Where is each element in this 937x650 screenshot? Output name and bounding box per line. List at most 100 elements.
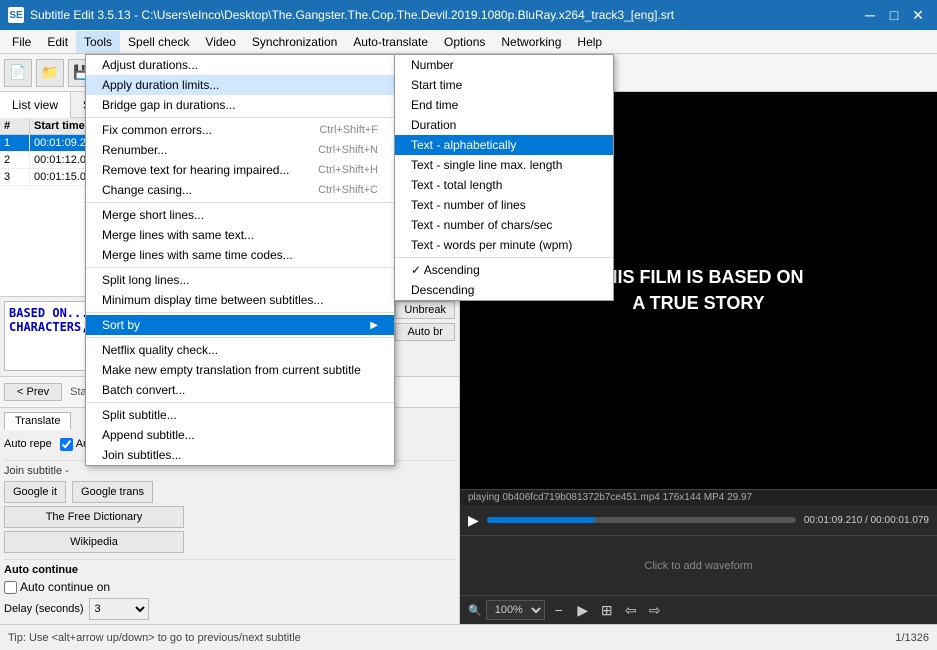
sort-text-wpm[interactable]: Text - words per minute (wpm) (395, 235, 613, 255)
status-bar: Tip: Use <alt+arrow up/down> to go to pr… (0, 624, 937, 650)
auto-continue-title: Auto continue (4, 564, 455, 576)
menu-sep-3 (86, 267, 394, 268)
sort-text-alphabetically[interactable]: Text - alphabetically (395, 135, 613, 155)
menu-min-display-time[interactable]: Minimum display time between subtitles..… (86, 290, 394, 310)
menu-sep-1 (86, 117, 394, 118)
menu-remove-hearing[interactable]: Remove text for hearing impaired... Ctrl… (86, 160, 394, 180)
auto-continue-label: Auto continue on (4, 580, 455, 594)
lookup-buttons-row: Google it Google trans (4, 481, 455, 503)
menu-make-translation[interactable]: Make new empty translation from current … (86, 360, 394, 380)
menu-split-subtitle[interactable]: Split subtitle... (86, 405, 394, 425)
menu-file[interactable]: File (4, 31, 39, 53)
status-count: 1/1326 (895, 632, 929, 644)
waveform-fwd-btn[interactable]: ⇨ (645, 600, 665, 620)
minimize-button[interactable]: ─ (859, 4, 881, 26)
new-button[interactable]: 📄 (4, 59, 32, 87)
sort-submenu[interactable]: Number Start time End time Duration Text… (394, 54, 614, 301)
tools-menu[interactable]: Adjust durations... Apply duration limit… (85, 54, 395, 466)
join-section: Join subtitle - Google it Google trans T… (4, 460, 455, 553)
auto-continue-checkbox[interactable] (4, 581, 17, 594)
sort-end-time[interactable]: End time (395, 95, 613, 115)
menu-sort-by[interactable]: Sort by ▶ (86, 315, 394, 335)
waveform-area[interactable]: Click to add waveform (460, 535, 937, 595)
menu-apply-duration-limits[interactable]: Apply duration limits... (86, 75, 394, 95)
sort-text-chars-per-sec[interactable]: Text - number of chars/sec (395, 215, 613, 235)
waveform-label: Click to add waveform (644, 560, 752, 572)
google-it-button[interactable]: Google it (4, 481, 66, 503)
video-controls: ▶ 00:01:09.210 / 00:00:01.079 (460, 505, 937, 535)
status-tip: Tip: Use <alt+arrow up/down> to go to pr… (8, 632, 301, 644)
menu-append-subtitle[interactable]: Append subtitle... (86, 425, 394, 445)
menu-synchronization[interactable]: Synchronization (244, 31, 345, 53)
menu-tools[interactable]: Tools (76, 31, 120, 53)
menu-sep-5 (86, 337, 394, 338)
tab-translate[interactable]: Translate (4, 412, 71, 430)
waveform-nav-btn[interactable]: ⇦ (621, 600, 641, 620)
menu-merge-same-timecodes[interactable]: Merge lines with same time codes... (86, 245, 394, 265)
zoom-label: 🔍 (468, 604, 482, 617)
menu-split-long[interactable]: Split long lines... (86, 270, 394, 290)
open-button[interactable]: 📁 (36, 59, 64, 87)
menu-change-casing[interactable]: Change casing... Ctrl+Shift+C (86, 180, 394, 200)
menu-batch-convert[interactable]: Batch convert... (86, 380, 394, 400)
menu-sep-6 (86, 402, 394, 403)
menu-networking[interactable]: Networking (493, 31, 569, 53)
sort-number[interactable]: Number (395, 55, 613, 75)
wikipedia-button[interactable]: Wikipedia (4, 531, 184, 553)
menu-fix-errors[interactable]: Fix common errors... Ctrl+Shift+F (86, 120, 394, 140)
prev-button[interactable]: < Prev (4, 383, 62, 401)
video-info: playing 0b406fcd719b081372b7ce451.mp4 17… (460, 489, 937, 505)
auto-br-button[interactable]: Auto br (395, 323, 455, 341)
tab-list-view[interactable]: List view (0, 92, 71, 118)
sort-ascending[interactable]: ✓ Ascending (395, 260, 613, 280)
close-button[interactable]: ✕ (907, 4, 929, 26)
video-subtitle: THIS FILM IS BASED ON A TRUE STORY (593, 265, 803, 315)
maximize-button[interactable]: □ (883, 4, 905, 26)
timeline-progress (487, 517, 595, 523)
menu-spellcheck[interactable]: Spell check (120, 31, 197, 53)
title-text: Subtitle Edit 3.5.13 - C:\Users\eInco\De… (30, 8, 674, 22)
timeline-btn[interactable]: ⊞ (597, 600, 617, 620)
sort-sep-1 (395, 257, 613, 258)
play-inline-button[interactable]: ▶ (573, 600, 593, 620)
menu-video[interactable]: Video (197, 31, 243, 53)
menu-edit[interactable]: Edit (39, 31, 76, 53)
sort-text-single-line[interactable]: Text - single line max. length (395, 155, 613, 175)
timeline-bar[interactable] (487, 517, 796, 523)
menu-merge-short[interactable]: Merge short lines... (86, 205, 394, 225)
menu-netflix-quality[interactable]: Netflix quality check... (86, 340, 394, 360)
sort-text-total-length[interactable]: Text - total length (395, 175, 613, 195)
menu-bridge-gap[interactable]: Bridge gap in durations... (86, 95, 394, 115)
auto-checkbox[interactable] (60, 438, 73, 451)
menu-help[interactable]: Help (569, 31, 610, 53)
unbreak-button[interactable]: Unbreak (395, 301, 455, 319)
delay-row: Delay (seconds) 3 1 2 5 (4, 598, 455, 620)
menu-bar: File Edit Tools Spell check Video Synchr… (0, 30, 937, 54)
text-edit-buttons: Unbreak Auto br (395, 301, 455, 372)
sort-descending[interactable]: Descending (395, 280, 613, 300)
google-trans-button[interactable]: Google trans (72, 481, 153, 503)
lookup-buttons-col: The Free Dictionary Wikipedia (4, 506, 455, 553)
free-dictionary-button[interactable]: The Free Dictionary (4, 506, 184, 528)
sort-duration[interactable]: Duration (395, 115, 613, 135)
cell-num: 2 (0, 152, 30, 168)
menu-renumber[interactable]: Renumber... Ctrl+Shift+N (86, 140, 394, 160)
zoom-select[interactable]: 100% 50% 200% (486, 600, 545, 620)
menu-join-subtitles[interactable]: Join subtitles... (86, 445, 394, 465)
menu-sep-2 (86, 202, 394, 203)
title-bar-left: SE Subtitle Edit 3.5.13 - C:\Users\eInco… (8, 7, 674, 23)
app-icon: SE (8, 7, 24, 23)
menu-options[interactable]: Options (436, 31, 493, 53)
menu-merge-same-text[interactable]: Merge lines with same text... (86, 225, 394, 245)
menu-autotranslate[interactable]: Auto-translate (345, 31, 436, 53)
cell-num: 1 (0, 135, 30, 151)
sort-text-num-lines[interactable]: Text - number of lines (395, 195, 613, 215)
menu-adjust-durations[interactable]: Adjust durations... (86, 55, 394, 75)
col-header-num: # (0, 118, 30, 134)
play-button[interactable]: ▶ (468, 512, 479, 529)
cell-num: 3 (0, 169, 30, 185)
join-label: Join subtitle - (4, 465, 455, 477)
delay-select[interactable]: 3 1 2 5 (89, 598, 149, 620)
sort-start-time[interactable]: Start time (395, 75, 613, 95)
zoom-out-button[interactable]: − (549, 600, 569, 620)
